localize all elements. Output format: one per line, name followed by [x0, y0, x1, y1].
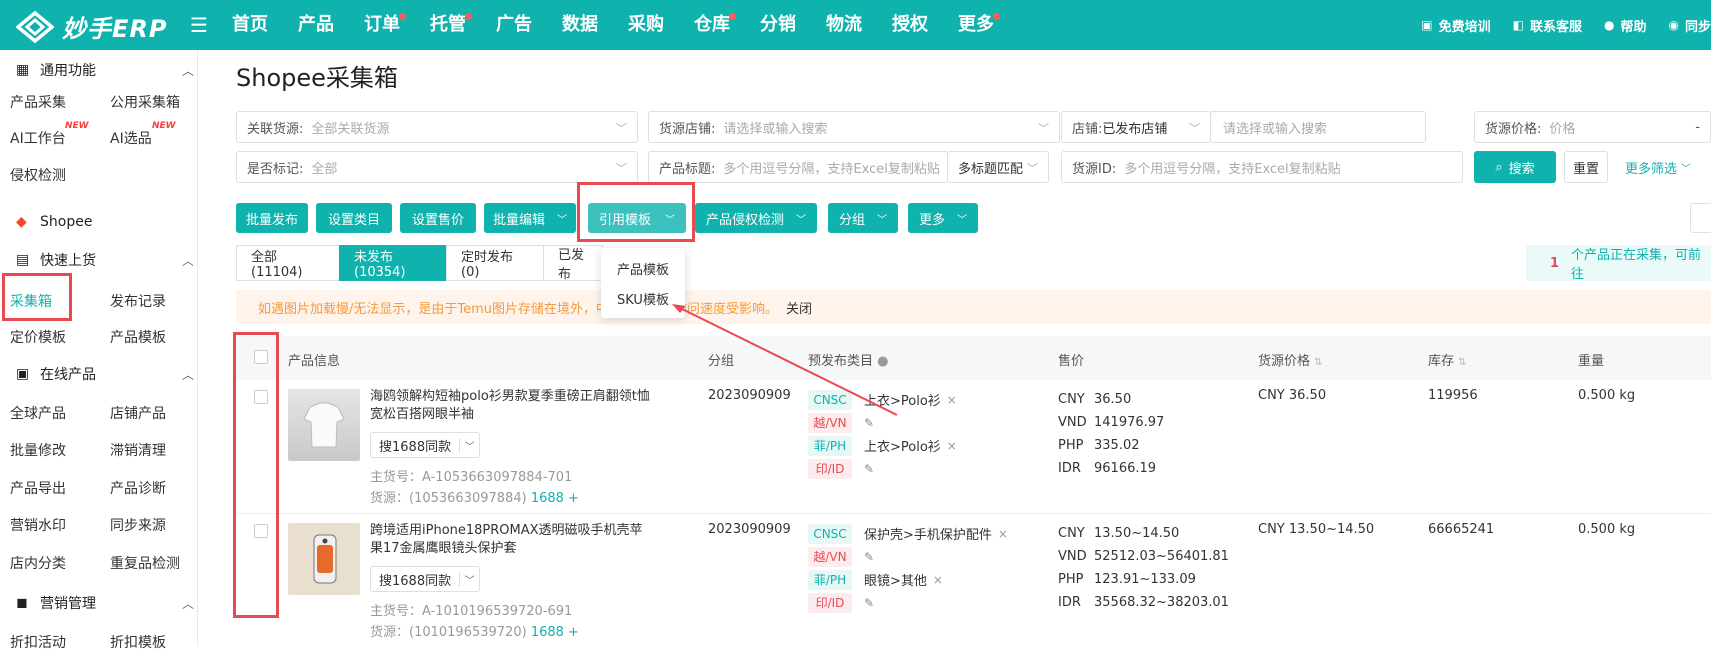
annotation-arrow — [0, 0, 1711, 646]
